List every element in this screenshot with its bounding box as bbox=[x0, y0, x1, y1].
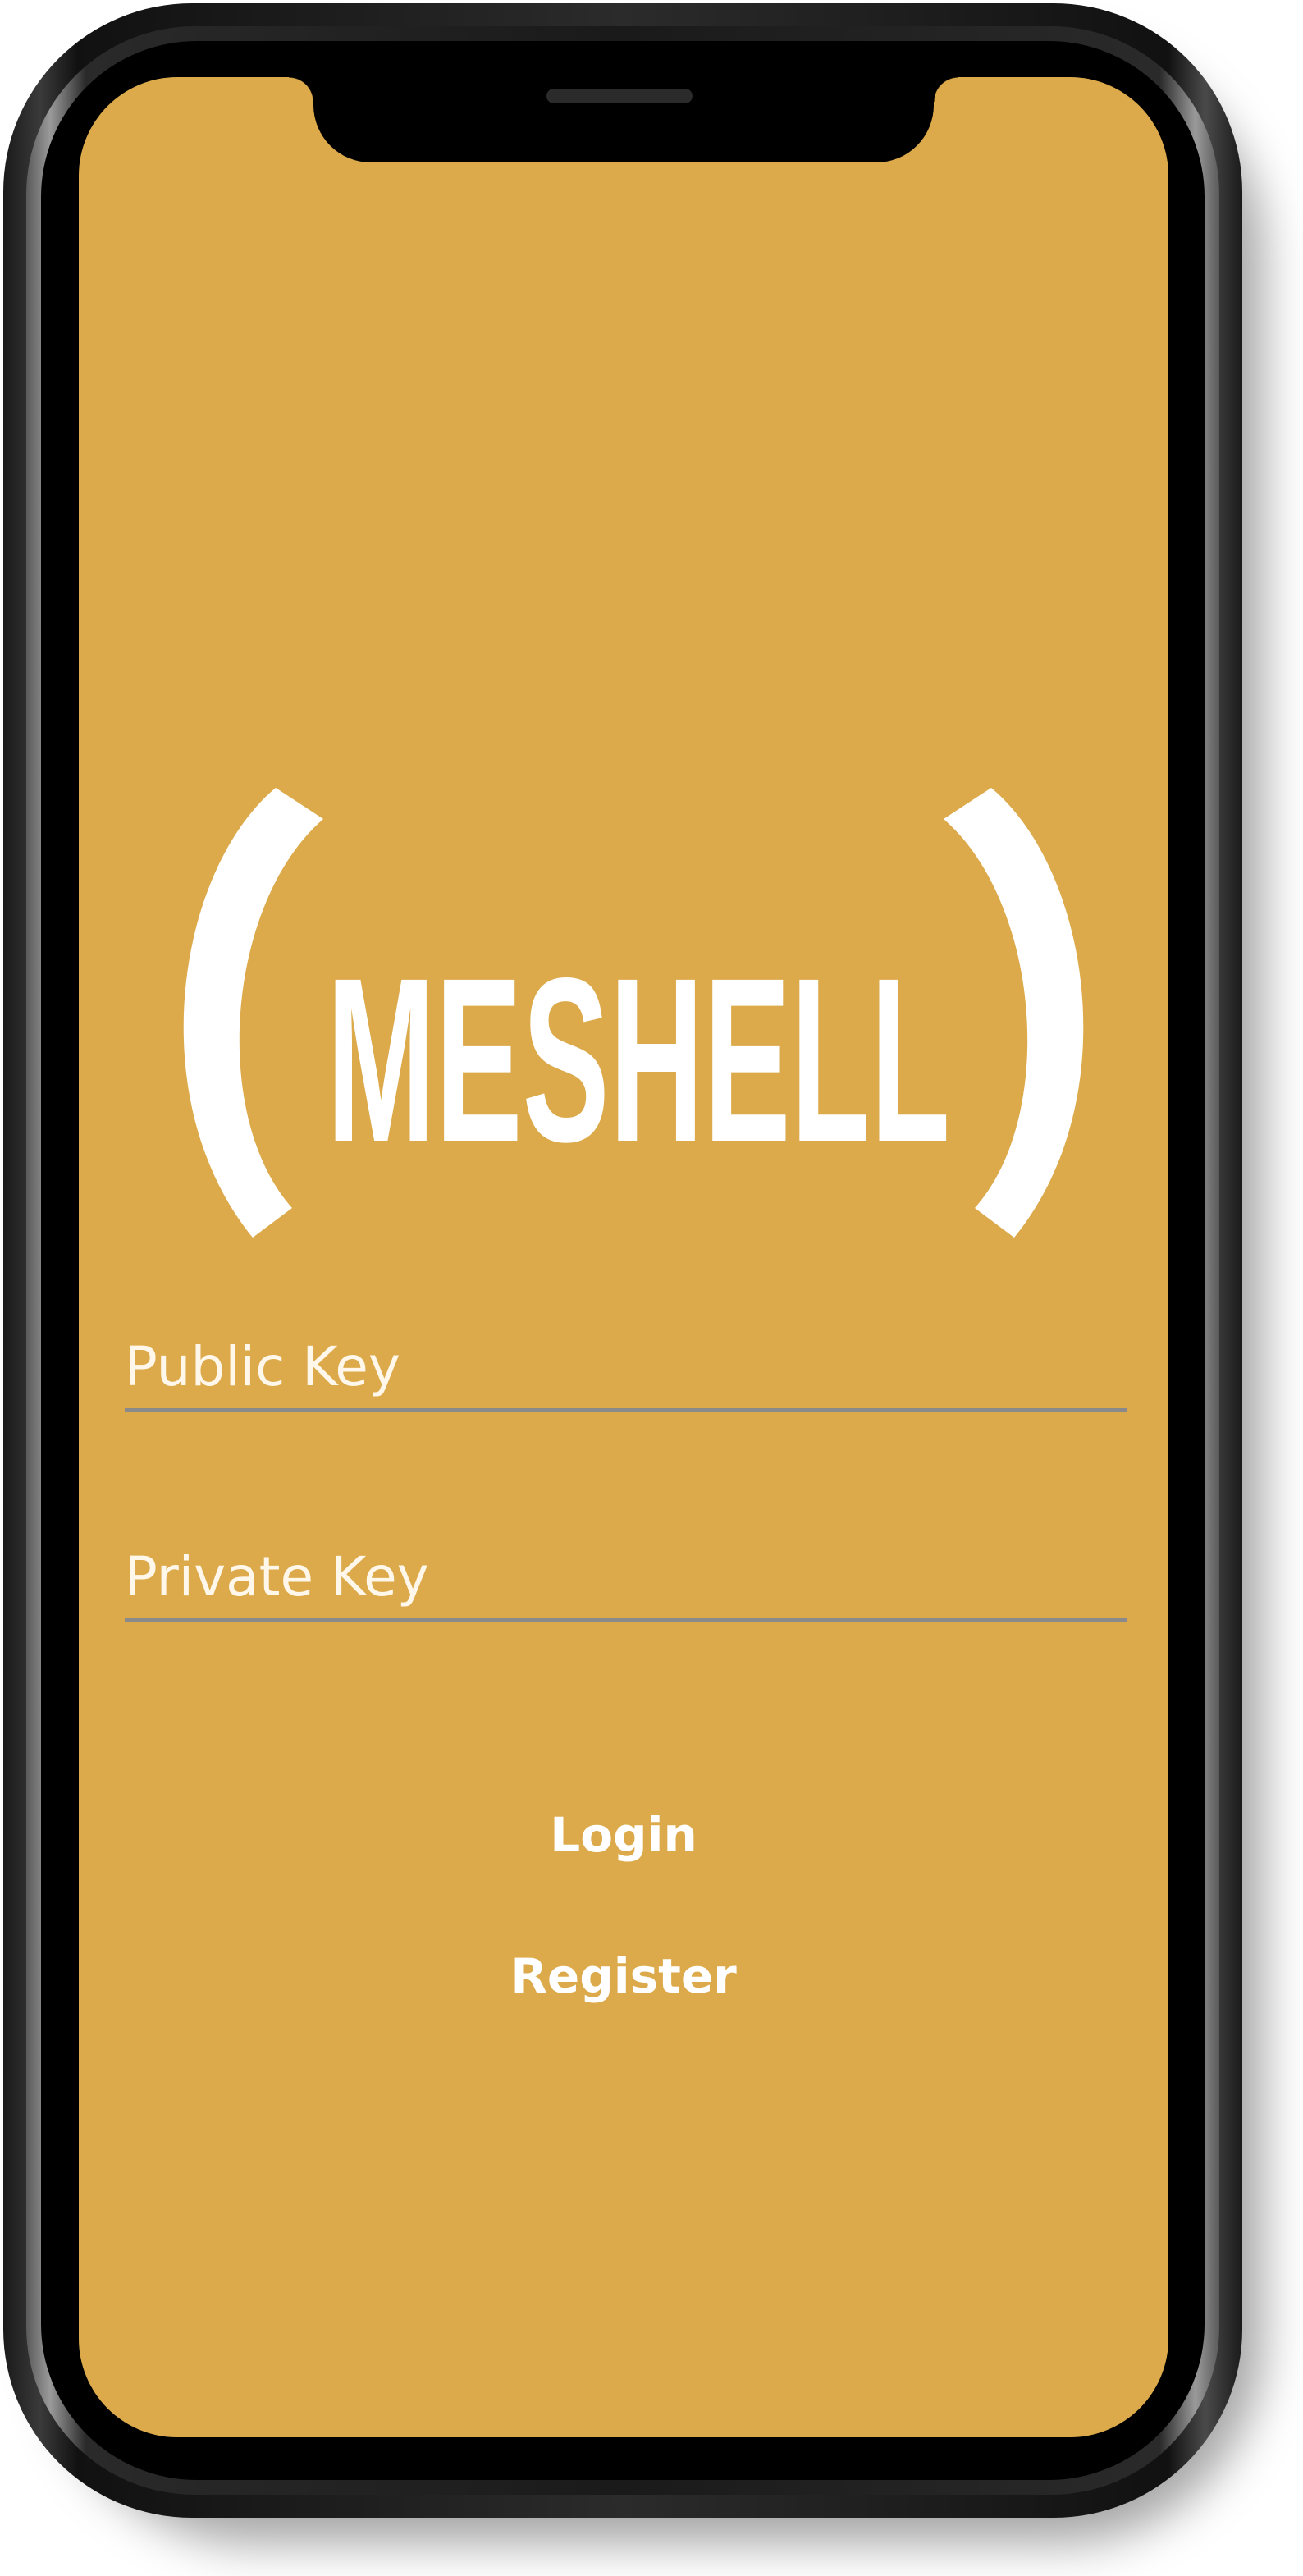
left-paren-icon bbox=[183, 788, 323, 1238]
app-screen: MESHELL Login Register bbox=[79, 77, 1168, 2437]
private-key-field[interactable] bbox=[125, 1536, 1127, 1622]
logo-graphic: MESHELL bbox=[183, 788, 1084, 1238]
meshell-logo: MESHELL bbox=[161, 788, 1088, 1239]
public-key-input[interactable] bbox=[125, 1335, 1127, 1398]
login-button[interactable]: Login bbox=[79, 1802, 1168, 1868]
private-key-input[interactable] bbox=[125, 1545, 1127, 1608]
public-key-field[interactable] bbox=[125, 1326, 1127, 1412]
right-paren-icon bbox=[944, 788, 1084, 1238]
logo-wordmark: MESHELL bbox=[327, 930, 950, 1191]
speaker-grille bbox=[546, 89, 693, 103]
register-button[interactable]: Register bbox=[79, 1943, 1168, 2009]
